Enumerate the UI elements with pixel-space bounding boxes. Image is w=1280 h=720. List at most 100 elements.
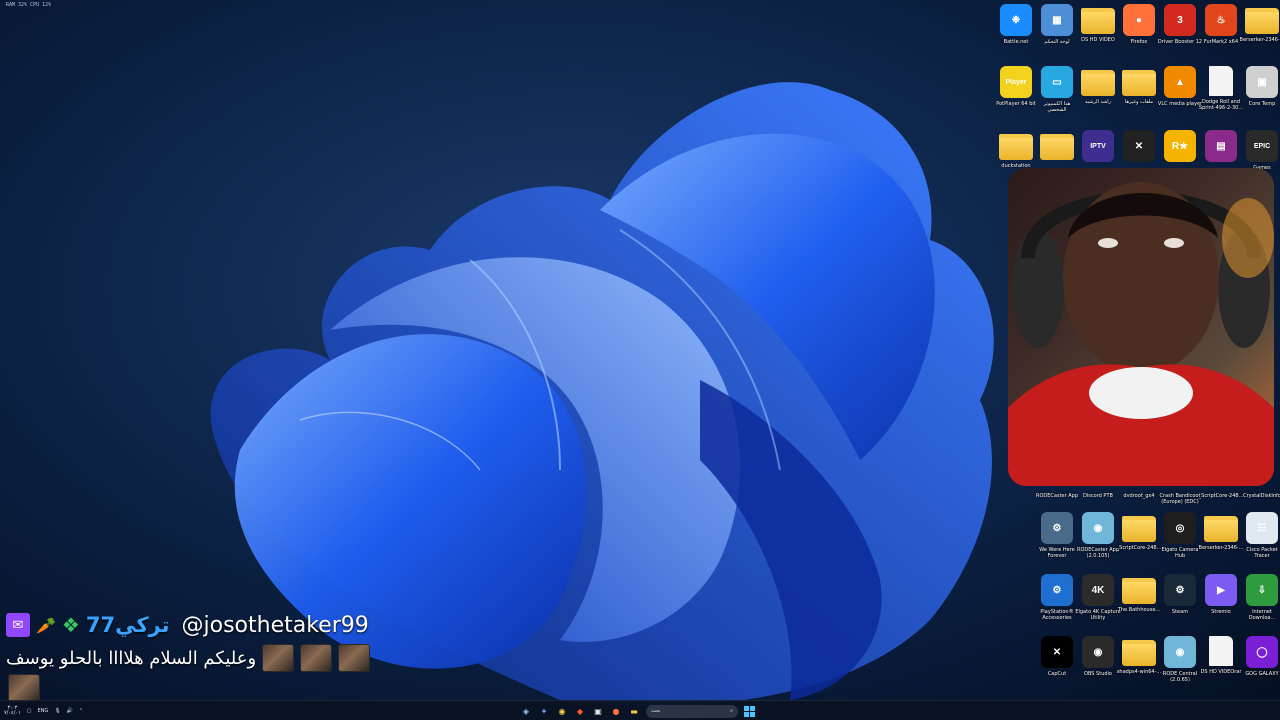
desktop-icon[interactable]: The.Bathhouse... <box>1118 574 1160 634</box>
desktop-icon[interactable]: DS HD VIDEOrar <box>1200 636 1242 696</box>
driver-booster-icon: 3 <box>1164 4 1196 36</box>
rodecaster-disc-icon: ◉ <box>1082 512 1114 544</box>
chevron-up-icon[interactable]: ⌃ <box>79 708 83 714</box>
twitch-icon: ✉ <box>6 613 30 637</box>
desktop-icon[interactable]: ⚙ PlayStation® Accessories <box>1036 574 1078 634</box>
idm-icon: ⇩ <box>1246 574 1278 606</box>
firefox-icon: ● <box>1123 4 1155 36</box>
steam-icon: ⚙ <box>1164 574 1196 606</box>
system-monitor-text: RAM 32% CPU 12% <box>6 2 52 8</box>
chat-header-row: ✉ 🥕 ❖ تركي77 @josothetaker99 <box>6 610 386 640</box>
desktop-icon[interactable]: ⚙ We Were Here Forever <box>1036 512 1078 572</box>
desktop-icon[interactable]: ◎ Elgato Camera Hub <box>1159 512 1201 572</box>
file-explorer-icon[interactable]: ▬ <box>628 705 640 717</box>
rode-central-icon: ◉ <box>1164 636 1196 668</box>
copilot-icon[interactable]: ◈ <box>520 705 532 717</box>
desktop-icon-label: RODECaster App <box>1035 493 1079 499</box>
desktop-icon-label: dvdroot_gx4 <box>1123 493 1155 499</box>
desktop-icon[interactable]: ❉ Battle.net <box>995 4 1037 64</box>
desktop-icon[interactable]: ◉ RODE Central (2.0.65) <box>1159 636 1201 696</box>
desktop-icon-label: Core Temp <box>1248 101 1276 107</box>
elgato-4k-icon: 4K <box>1082 574 1114 606</box>
elgato-camera-icon: ◎ <box>1164 512 1196 544</box>
desktop-icon[interactable]: ▶ Stremio <box>1200 574 1242 634</box>
emote-image <box>262 644 295 672</box>
desktop-icon[interactable]: shadps4-win64-... <box>1116 636 1162 696</box>
language-indicator[interactable]: ENG <box>38 708 49 714</box>
desktop-icon-label: Berserker-2346-... <box>1239 37 1280 43</box>
terminal-icon[interactable]: ▣ <box>592 705 604 717</box>
desktop-icon[interactable]: 4K Elgato 4K Capture Utility <box>1075 574 1121 634</box>
desktop-icon[interactable]: Berserker-2346-... <box>1239 4 1280 64</box>
desktop-icon-label: RODE Central (2.0.65) <box>1162 671 1198 683</box>
webcam-overlay <box>1008 168 1274 486</box>
desktop-icon-label: CrystalDiskInfo <box>1243 493 1280 499</box>
desktop-icon[interactable]: ◉ RODECaster App (2.0.105) <box>1077 512 1119 572</box>
vlc-icon: ▲ <box>1164 66 1196 98</box>
capcut-icon: ✕ <box>1041 636 1073 668</box>
capcut-alt-icon: ✕ <box>1123 130 1155 162</box>
desktop-icon[interactable]: ✕ CapCut <box>1036 636 1078 696</box>
desktop-icon[interactable]: ▦ لوحة التحكم <box>1036 4 1078 64</box>
desktop-icon-label: Cisco Packet Tracer <box>1246 547 1278 559</box>
desktop-icon[interactable]: Player PotPlayer 64 bit <box>995 66 1037 126</box>
desktop-icon[interactable]: Berserker-2346-... <box>1198 512 1244 572</box>
desktop-icon[interactable]: ● Firefox <box>1118 4 1160 64</box>
desktop-icon-label: ملفات وغيرها <box>1124 99 1154 105</box>
rockstar-icon: R★ <box>1164 130 1196 162</box>
battlenet-icon: ❉ <box>1000 4 1032 36</box>
desktop-icon[interactable]: ▭ هذا الكمبيوتر الشخصي <box>1036 66 1078 126</box>
core-temp-icon: ▣ <box>1246 66 1278 98</box>
desktop-icon[interactable]: Dodge Roll and Sprint-496-2-30... <box>1199 66 1243 126</box>
potplayer-icon: Player <box>1000 66 1032 98</box>
desktop-icon-label: OBS Studio <box>1084 671 1112 677</box>
desktop-icon-label: PlayStation® Accessories <box>1040 609 1074 621</box>
desktop-icon-label: PotPlayer 64 bit <box>996 101 1036 107</box>
desktop-icon-label: Internet Downloa... <box>1248 609 1276 621</box>
emote-image <box>338 644 371 672</box>
gift-icon: ❖ <box>61 613 80 637</box>
desktop-icon-label: shadps4-win64-... <box>1116 669 1162 675</box>
desktop-icon[interactable]: _ScriptCore-248... <box>1117 512 1161 572</box>
iptv-smarters-icon: IPTV <box>1082 130 1114 162</box>
epic-games-icon: EPIC <box>1246 130 1278 162</box>
folder-icon <box>1040 134 1074 160</box>
user-folder-icon <box>1081 70 1115 96</box>
desktop-icon[interactable]: ⚙ Steam <box>1159 574 1201 634</box>
start-button[interactable] <box>744 705 755 717</box>
desktop-icon[interactable]: ◉ OBS Studio <box>1077 636 1119 696</box>
taskbar-search[interactable]: بحث ⌕ <box>646 704 738 718</box>
desktop-icon-label: GOG GALAXY <box>1245 671 1279 677</box>
desktop-icon[interactable]: 3 Driver Booster 12 <box>1158 4 1202 64</box>
desktop-icon[interactable]: ▲ VLC media player <box>1158 66 1202 126</box>
search-placeholder: بحث <box>651 708 661 714</box>
desktop-icon[interactable]: راشد الرشيد <box>1077 66 1119 126</box>
system-tray: ٣:٠٣ ٧/٠٤/٠١ ▢ ENG 🎙 🔊 ⌃ <box>4 701 83 720</box>
taskbar-apps: ◈ ✦ ◉ ◆ ▣ ● ▬ بحث ⌕ <box>520 701 755 720</box>
desktop-icon-label: FurMark2 x64 <box>1203 39 1239 45</box>
microphone-icon[interactable]: 🎙 <box>54 708 60 714</box>
chrome-icon[interactable]: ◉ <box>556 705 568 717</box>
folder-icon <box>999 134 1033 160</box>
desktop-icon-label: _ScriptCore-248... <box>1198 493 1244 499</box>
desktop-icon-label: RODECaster App (2.0.105) <box>1076 547 1120 559</box>
brave-icon[interactable]: ◆ <box>574 705 586 717</box>
firefox-icon[interactable]: ● <box>610 705 622 717</box>
desktop-icon-label: The.Bathhouse... <box>1117 607 1161 613</box>
desktop-icon[interactable]: ملفات وغيرها <box>1118 66 1160 126</box>
clock[interactable]: ٣:٠٣ ٧/٠٤/٠١ <box>4 706 21 716</box>
ai-assistant-icon[interactable]: ✦ <box>538 705 550 717</box>
desktop-icon[interactable]: ♨ FurMark2 x64 <box>1200 4 1242 64</box>
desktop-icon[interactable]: DS HD VIDEO <box>1077 4 1119 64</box>
desktop-icon-label: Berserker-2346-... <box>1198 545 1244 551</box>
desktop-icon-label: لوحة التحكم <box>1044 39 1070 45</box>
speaker-icon[interactable]: 🔊 <box>67 708 73 714</box>
desktop-icon-label: راشد الرشيد <box>1084 99 1112 105</box>
carrot-badge-icon: 🥕 <box>36 615 56 635</box>
desktop-icon[interactable]: ⇩ Internet Downloa... <box>1241 574 1280 634</box>
desktop-icon[interactable]: ◯ GOG GALAXY <box>1241 636 1280 696</box>
winrar-icon: ▤ <box>1205 130 1237 162</box>
desktop-icon[interactable]: ☷ Cisco Packet Tracer <box>1241 512 1280 572</box>
desktop-icon[interactable]: ▣ Core Temp <box>1241 66 1280 126</box>
notifications-icon[interactable]: ▢ <box>27 708 32 714</box>
